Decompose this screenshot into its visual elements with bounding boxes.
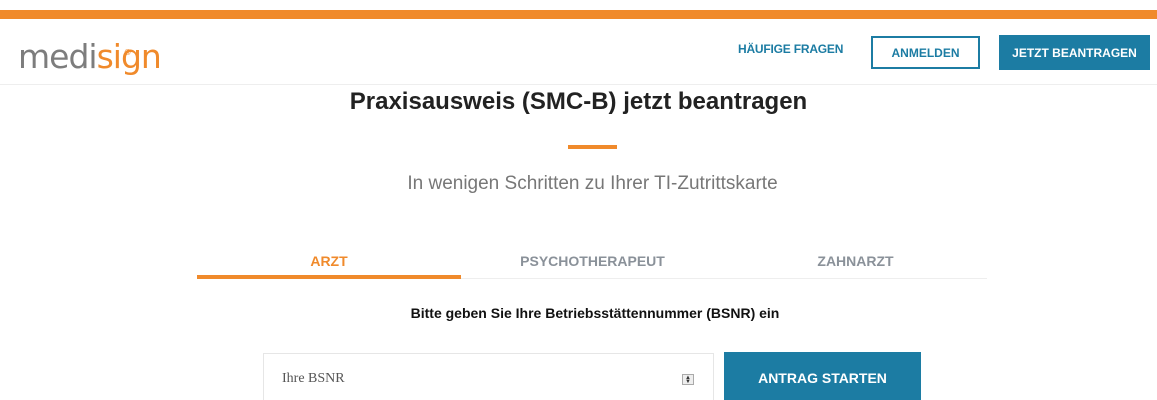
page-subtitle: In wenigen Schritten zu Ihrer TI-Zutritt… <box>407 173 778 194</box>
number-spinner-icon[interactable]: ▲ ▼ <box>682 374 694 385</box>
start-application-button[interactable]: ANTRAG STARTEN <box>724 352 921 400</box>
bsnr-input[interactable] <box>264 354 713 400</box>
registered-mark: ® <box>123 48 132 57</box>
top-accent-bar <box>0 10 1157 19</box>
bsnr-field: ▲▼ <box>263 353 714 400</box>
tab-zahnarzt[interactable]: ZAHNARZT <box>724 243 987 279</box>
profession-tabs: ARZT PSYCHOTHERAPEUT ZAHNARZT <box>197 243 987 279</box>
logo-text-sign: sign ® <box>97 40 162 73</box>
active-tab-indicator <box>197 275 461 279</box>
tab-psychotherapeut[interactable]: PSYCHOTHERAPEUT <box>461 243 724 279</box>
page-title: Praxisausweis (SMC-B) jetzt beantragen <box>349 88 808 115</box>
bsnr-instruction: Bitte geben Sie Ihre Betriebsstättennumm… <box>410 305 780 321</box>
logo-text-medi: medi <box>18 37 98 76</box>
apply-now-button[interactable]: JETZT BEANTRAGEN <box>999 35 1150 70</box>
title-accent-line <box>568 145 617 149</box>
login-button[interactable]: ANMELDEN <box>871 36 980 69</box>
site-header: medi sign ® HÄUFIGE FRAGEN ANMELDEN JETZ… <box>0 19 1157 85</box>
medisign-logo[interactable]: medi sign ® <box>18 29 162 76</box>
tab-arzt[interactable]: ARZT <box>197 243 461 279</box>
faq-link[interactable]: HÄUFIGE FRAGEN <box>738 42 843 56</box>
